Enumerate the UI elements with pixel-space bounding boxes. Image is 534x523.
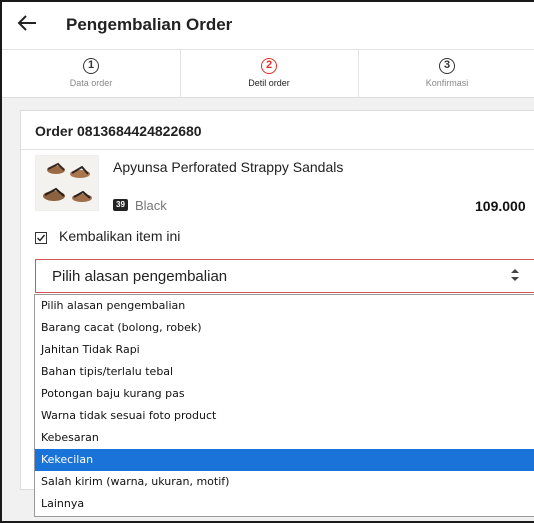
updown-arrows-svg xyxy=(511,269,519,281)
step-number: 3 xyxy=(439,58,455,74)
check-icon xyxy=(37,234,46,242)
product-image xyxy=(35,155,99,211)
step-label: Detil order xyxy=(248,78,290,88)
select-value: Pilih alasan pengembalian xyxy=(52,268,228,285)
step-data-order[interactable]: 1 Data order xyxy=(2,50,180,98)
reason-option[interactable]: Barang cacat (bolong, robek) xyxy=(35,317,534,339)
reason-option[interactable]: Warna tidak sesuai foto product xyxy=(35,405,534,427)
reason-option[interactable]: Bahan tipis/terlalu tebal xyxy=(35,361,534,383)
product-color: Black xyxy=(135,198,167,213)
app-frame: Pengembalian Order 1 Data order 2 Detil … xyxy=(0,0,534,523)
return-reason-select[interactable]: Pilih alasan pengembalian xyxy=(35,259,534,293)
back-arrow-svg xyxy=(17,15,36,31)
reason-option[interactable]: Lainnya xyxy=(35,493,534,515)
reason-dropdown-list: Pilih alasan pengembalian Barang cacat (… xyxy=(34,294,534,517)
reason-option[interactable]: Salah kirim (warna, ukuran, motif) xyxy=(35,471,534,493)
reason-option[interactable]: Jahitan Tidak Rapi xyxy=(35,339,534,361)
step-number: 2 xyxy=(261,58,277,74)
stepper: 1 Data order 2 Detil order 3 Konfirmasi xyxy=(2,50,534,98)
reason-option-selected[interactable]: Kekecilan xyxy=(35,449,534,471)
card-divider xyxy=(21,149,534,150)
product-name: Apyunsa Perforated Strappy Sandals xyxy=(113,159,344,175)
step-number: 1 xyxy=(83,58,99,74)
arrow-left-icon[interactable] xyxy=(16,12,42,38)
order-title: Order 0813684424822680 xyxy=(35,123,202,139)
page-title: Pengembalian Order xyxy=(66,15,233,34)
reason-option[interactable]: Kebesaran xyxy=(35,427,534,449)
sandal-image-svg xyxy=(43,162,92,202)
step-konfirmasi[interactable]: 3 Konfirmasi xyxy=(358,50,534,98)
reason-option[interactable]: Potongan baju kurang pas xyxy=(35,383,534,405)
return-item-checkbox[interactable] xyxy=(35,232,47,244)
product-price: 109.000 xyxy=(475,198,526,214)
step-label: Data order xyxy=(69,78,113,88)
step-detil-order[interactable]: 2 Detil order xyxy=(180,50,358,98)
return-item-label: Kembalikan item ini xyxy=(59,228,181,244)
header-bar: Pengembalian Order xyxy=(2,2,534,50)
step-label: Konfirmasi xyxy=(425,78,469,88)
select-updown-icon xyxy=(510,268,520,283)
size-badge: 39 xyxy=(113,199,128,211)
reason-option[interactable]: Pilih alasan pengembalian xyxy=(35,295,534,317)
